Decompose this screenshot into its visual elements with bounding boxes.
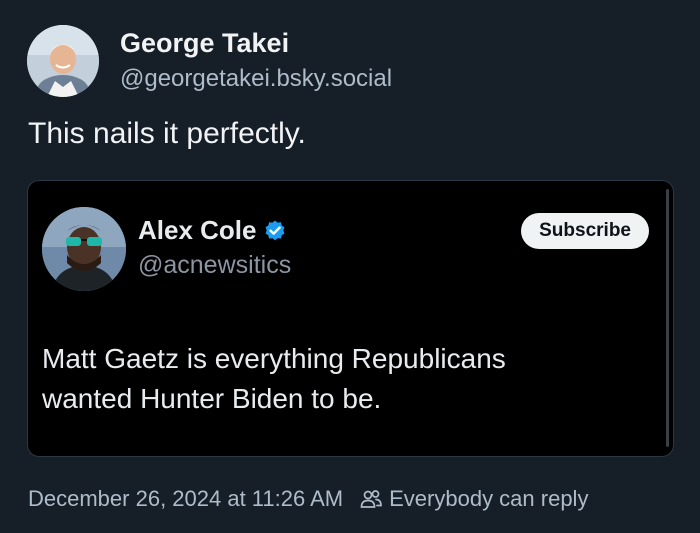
quoted-post-text-line: Matt Gaetz is everything Republicans (42, 343, 506, 374)
quoted-post-image[interactable]: Alex Cole @acnewsitics Subscribe Matt Ga… (27, 180, 674, 457)
author-name[interactable]: George Takei (120, 28, 289, 59)
reply-setting[interactable]: Everybody can reply (389, 486, 588, 512)
quoted-post-text-line: wanted Hunter Biden to be. (42, 383, 382, 414)
subscribe-button: Subscribe (521, 213, 649, 249)
quoted-author-handle: @acnewsitics (138, 251, 292, 279)
post-text: This nails it perfectly. (28, 117, 306, 150)
author-handle[interactable]: @georgetakei.bsky.social (120, 65, 392, 93)
quoted-post-text: Matt Gaetz is everything Republicans wan… (42, 339, 642, 419)
people-icon (359, 487, 383, 511)
quoted-author-avatar (42, 207, 126, 291)
post-footer: December 26, 2024 at 11:26 AM Everybody … (28, 486, 588, 512)
post: George Takei @georgetakei.bsky.social Th… (0, 0, 700, 533)
post-timestamp[interactable]: December 26, 2024 at 11:26 AM (28, 486, 343, 512)
quoted-author-name: Alex Cole (138, 215, 257, 245)
embed-scrollbar (666, 189, 669, 447)
quoted-author-name-row: Alex Cole (138, 215, 287, 246)
verified-badge-icon (263, 219, 287, 243)
author-avatar[interactable] (27, 25, 99, 97)
